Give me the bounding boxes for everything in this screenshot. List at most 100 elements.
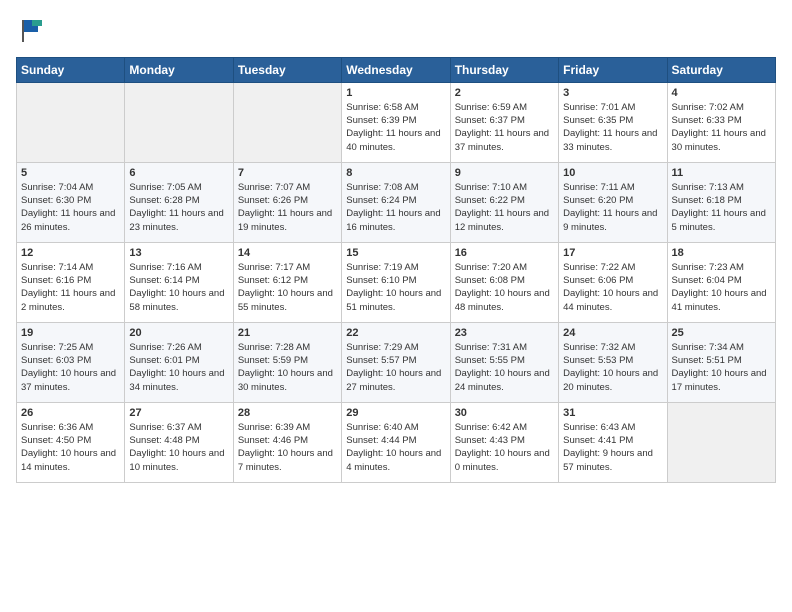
weekday-header-wednesday: Wednesday: [342, 57, 450, 82]
calendar-week-2: 5 Sunrise: 7:04 AMSunset: 6:30 PMDaylight…: [17, 162, 776, 242]
day-number: 31: [563, 407, 662, 419]
weekday-header-sunday: Sunday: [17, 57, 125, 82]
day-number: 11: [672, 167, 771, 179]
calendar-header-row: SundayMondayTuesdayWednesdayThursdayFrid…: [17, 57, 776, 82]
day-info: Sunrise: 7:10 AMSunset: 6:22 PMDaylight:…: [455, 181, 554, 234]
calendar-cell: 7 Sunrise: 7:07 AMSunset: 6:26 PMDaylight…: [233, 162, 341, 242]
day-number: 6: [129, 167, 228, 179]
calendar-cell: [233, 82, 341, 162]
day-number: 24: [563, 327, 662, 339]
calendar-cell: 16Sunrise: 7:20 AMSunset: 6:08 PMDayligh…: [450, 242, 558, 322]
day-number: 20: [129, 327, 228, 339]
calendar-cell: [125, 82, 233, 162]
calendar-cell: 4 Sunrise: 7:02 AMSunset: 6:33 PMDaylight…: [667, 82, 775, 162]
weekday-header-tuesday: Tuesday: [233, 57, 341, 82]
day-number: 9: [455, 167, 554, 179]
calendar-cell: 21 Sunrise: 7:28 AMSunset: 5:59 PMDayligh…: [233, 322, 341, 402]
day-number: 5: [21, 167, 120, 179]
day-info: Sunrise: 7:26 AMSunset: 6:01 PMDaylight:…: [129, 341, 228, 394]
calendar-cell: 22Sunrise: 7:29 AMSunset: 5:57 PMDayligh…: [342, 322, 450, 402]
calendar-cell: 3 Sunrise: 7:01 AMSunset: 6:35 PMDaylight…: [559, 82, 667, 162]
calendar-cell: 15Sunrise: 7:19 AMSunset: 6:10 PMDayligh…: [342, 242, 450, 322]
day-number: 2: [455, 87, 554, 99]
calendar-week-3: 12Sunrise: 7:14 AMSunset: 6:16 PMDayligh…: [17, 242, 776, 322]
day-number: 27: [129, 407, 228, 419]
day-info: Sunrise: 7:14 AMSunset: 6:16 PMDaylight:…: [21, 261, 120, 314]
calendar-cell: 18 Sunrise: 7:23 AMSunset: 6:04 PMDayligh…: [667, 242, 775, 322]
day-info: Sunrise: 7:01 AMSunset: 6:35 PMDaylight:…: [563, 101, 662, 154]
calendar-cell: 12Sunrise: 7:14 AMSunset: 6:16 PMDayligh…: [17, 242, 125, 322]
calendar-table: SundayMondayTuesdayWednesdayThursdayFrid…: [16, 57, 776, 483]
day-number: 23: [455, 327, 554, 339]
calendar-cell: 6Sunrise: 7:05 AMSunset: 6:28 PMDaylight…: [125, 162, 233, 242]
day-number: 8: [346, 167, 445, 179]
calendar-cell: 23 Sunrise: 7:31 AMSunset: 5:55 PMDayligh…: [450, 322, 558, 402]
day-info: Sunrise: 7:11 AMSunset: 6:20 PMDaylight:…: [563, 181, 662, 234]
day-info: Sunrise: 7:32 AMSunset: 5:53 PMDaylight:…: [563, 341, 662, 394]
weekday-header-friday: Friday: [559, 57, 667, 82]
day-info: Sunrise: 6:42 AMSunset: 4:43 PMDaylight:…: [455, 421, 554, 474]
calendar-cell: [17, 82, 125, 162]
day-info: Sunrise: 6:36 AMSunset: 4:50 PMDaylight:…: [21, 421, 120, 474]
day-number: 21: [238, 327, 337, 339]
logo: [16, 16, 46, 49]
day-info: Sunrise: 7:34 AMSunset: 5:51 PMDaylight:…: [672, 341, 771, 394]
day-number: 22: [346, 327, 445, 339]
day-info: Sunrise: 7:04 AMSunset: 6:30 PMDaylight:…: [21, 181, 120, 234]
page-header: [16, 16, 776, 49]
day-number: 7: [238, 167, 337, 179]
calendar-cell: 13 Sunrise: 7:16 AMSunset: 6:14 PMDayligh…: [125, 242, 233, 322]
day-info: Sunrise: 7:16 AMSunset: 6:14 PMDaylight:…: [129, 261, 228, 314]
day-number: 18: [672, 247, 771, 259]
day-info: Sunrise: 7:22 AMSunset: 6:06 PMDaylight:…: [563, 261, 662, 314]
calendar-cell: 11 Sunrise: 7:13 AMSunset: 6:18 PMDayligh…: [667, 162, 775, 242]
day-number: 30: [455, 407, 554, 419]
day-info: Sunrise: 7:17 AMSunset: 6:12 PMDaylight:…: [238, 261, 337, 314]
calendar-cell: 19 Sunrise: 7:25 AMSunset: 6:03 PMDayligh…: [17, 322, 125, 402]
calendar-cell: 5 Sunrise: 7:04 AMSunset: 6:30 PMDaylight…: [17, 162, 125, 242]
calendar-cell: 2 Sunrise: 6:59 AMSunset: 6:37 PMDaylight…: [450, 82, 558, 162]
day-info: Sunrise: 7:25 AMSunset: 6:03 PMDaylight:…: [21, 341, 120, 394]
day-number: 17: [563, 247, 662, 259]
weekday-header-saturday: Saturday: [667, 57, 775, 82]
calendar-cell: 25 Sunrise: 7:34 AMSunset: 5:51 PMDayligh…: [667, 322, 775, 402]
day-number: 13: [129, 247, 228, 259]
day-info: Sunrise: 7:31 AMSunset: 5:55 PMDaylight:…: [455, 341, 554, 394]
day-number: 25: [672, 327, 771, 339]
day-number: 19: [21, 327, 120, 339]
day-info: Sunrise: 7:07 AMSunset: 6:26 PMDaylight:…: [238, 181, 337, 234]
day-info: Sunrise: 7:28 AMSunset: 5:59 PMDaylight:…: [238, 341, 337, 394]
calendar-cell: 24 Sunrise: 7:32 AMSunset: 5:53 PMDayligh…: [559, 322, 667, 402]
weekday-header-monday: Monday: [125, 57, 233, 82]
day-info: Sunrise: 6:43 AMSunset: 4:41 PMDaylight:…: [563, 421, 662, 474]
day-number: 4: [672, 87, 771, 99]
day-info: Sunrise: 6:59 AMSunset: 6:37 PMDaylight:…: [455, 101, 554, 154]
day-info: Sunrise: 7:13 AMSunset: 6:18 PMDaylight:…: [672, 181, 771, 234]
weekday-header-thursday: Thursday: [450, 57, 558, 82]
day-info: Sunrise: 6:37 AMSunset: 4:48 PMDaylight:…: [129, 421, 228, 474]
calendar-cell: 10 Sunrise: 7:11 AMSunset: 6:20 PMDayligh…: [559, 162, 667, 242]
calendar-week-1: 1Sunrise: 6:58 AMSunset: 6:39 PMDaylight…: [17, 82, 776, 162]
calendar-cell: 1Sunrise: 6:58 AMSunset: 6:39 PMDaylight…: [342, 82, 450, 162]
day-number: 3: [563, 87, 662, 99]
calendar-cell: 31 Sunrise: 6:43 AMSunset: 4:41 PMDayligh…: [559, 402, 667, 482]
calendar-cell: 29Sunrise: 6:40 AMSunset: 4:44 PMDayligh…: [342, 402, 450, 482]
day-info: Sunrise: 7:02 AMSunset: 6:33 PMDaylight:…: [672, 101, 771, 154]
calendar-cell: 27 Sunrise: 6:37 AMSunset: 4:48 PMDayligh…: [125, 402, 233, 482]
calendar-week-5: 26Sunrise: 6:36 AMSunset: 4:50 PMDayligh…: [17, 402, 776, 482]
calendar-cell: [667, 402, 775, 482]
day-number: 1: [346, 87, 445, 99]
day-info: Sunrise: 7:23 AMSunset: 6:04 PMDaylight:…: [672, 261, 771, 314]
calendar-cell: 9 Sunrise: 7:10 AMSunset: 6:22 PMDaylight…: [450, 162, 558, 242]
calendar-cell: 20 Sunrise: 7:26 AMSunset: 6:01 PMDayligh…: [125, 322, 233, 402]
day-number: 10: [563, 167, 662, 179]
calendar-cell: 26Sunrise: 6:36 AMSunset: 4:50 PMDayligh…: [17, 402, 125, 482]
calendar-cell: 17 Sunrise: 7:22 AMSunset: 6:06 PMDayligh…: [559, 242, 667, 322]
calendar-cell: 28Sunrise: 6:39 AMSunset: 4:46 PMDayligh…: [233, 402, 341, 482]
day-info: Sunrise: 7:08 AMSunset: 6:24 PMDaylight:…: [346, 181, 445, 234]
day-info: Sunrise: 6:39 AMSunset: 4:46 PMDaylight:…: [238, 421, 337, 474]
day-info: Sunrise: 6:40 AMSunset: 4:44 PMDaylight:…: [346, 421, 445, 474]
day-info: Sunrise: 7:19 AMSunset: 6:10 PMDaylight:…: [346, 261, 445, 314]
day-number: 16: [455, 247, 554, 259]
calendar-week-4: 19 Sunrise: 7:25 AMSunset: 6:03 PMDayligh…: [17, 322, 776, 402]
